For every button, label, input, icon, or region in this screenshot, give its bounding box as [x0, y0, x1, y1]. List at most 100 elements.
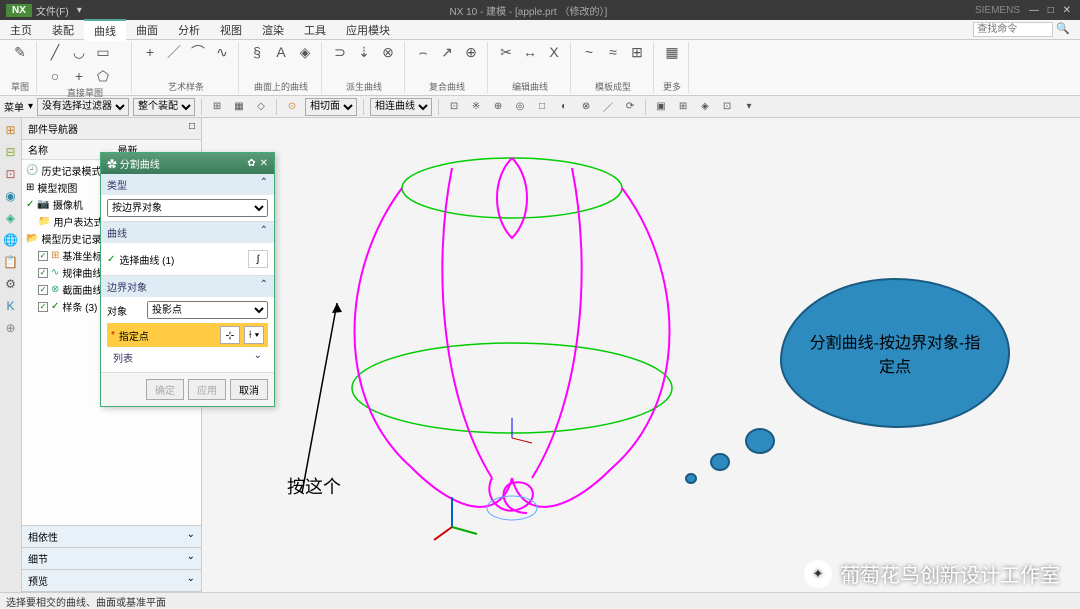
line2-icon[interactable]: ／	[164, 42, 184, 62]
bridge-icon[interactable]: ⌢	[413, 42, 433, 62]
point-icon[interactable]: +	[140, 42, 160, 62]
tbtn-a[interactable]: ⊡	[445, 98, 463, 116]
tool-btn-2[interactable]: ▦	[230, 98, 248, 116]
section-type[interactable]: 类型⌃	[101, 174, 274, 195]
window-title: NX 10 - 建模 - [apple.prt （修改的）]	[82, 3, 975, 18]
trim-icon[interactable]: ✂	[496, 42, 516, 62]
scope-select[interactable]: 整个装配	[133, 98, 195, 116]
xform-icon[interactable]: X	[544, 42, 564, 62]
search-input[interactable]	[973, 22, 1053, 37]
tbtn-h[interactable]: ／	[599, 98, 617, 116]
project-icon[interactable]: ⇣	[354, 42, 374, 62]
tbtn-e[interactable]: □	[533, 98, 551, 116]
constraint-icon[interactable]: ⊡	[3, 166, 19, 182]
ok-button[interactable]: 确定	[146, 379, 184, 400]
history-icon[interactable]: 📋	[3, 254, 19, 270]
view-triad[interactable]	[432, 492, 482, 542]
list-section[interactable]: 列表⌄	[107, 347, 268, 368]
surf-curve-icon[interactable]: ◈	[295, 42, 315, 62]
tbtn-i[interactable]: ⟳	[621, 98, 639, 116]
menu-button[interactable]: 菜单	[4, 99, 24, 114]
browser-icon[interactable]: 🌐	[3, 232, 19, 248]
tbtn-j[interactable]: ▣	[652, 98, 670, 116]
offset-icon[interactable]: ⊃	[330, 42, 350, 62]
tbtn-c[interactable]: ⊕	[489, 98, 507, 116]
tab-assembly[interactable]: 装配	[42, 20, 84, 40]
object-select[interactable]: 投影点	[147, 301, 268, 319]
sketch-icon[interactable]: ✎	[10, 42, 30, 62]
search-icon[interactable]: 🔍	[1056, 23, 1070, 35]
text-icon[interactable]: A	[271, 42, 291, 62]
tbtn-b[interactable]: ※	[467, 98, 485, 116]
tab-tools[interactable]: 工具	[294, 20, 336, 40]
nav-icon[interactable]: ⊞	[3, 122, 19, 138]
template-icon[interactable]: ⊞	[627, 42, 647, 62]
tool-btn-1[interactable]: ⊞	[208, 98, 226, 116]
arc-icon[interactable]: ◡	[69, 42, 89, 62]
extend-icon[interactable]: ↗	[437, 42, 457, 62]
circle-icon[interactable]: ○	[45, 66, 65, 86]
select-curve-label[interactable]: 选择曲线 (1)	[119, 252, 174, 267]
dialog-close-icon[interactable]: ✕	[260, 158, 268, 169]
smooth2-icon[interactable]: ≈	[603, 42, 623, 62]
rect-icon[interactable]: ▭	[93, 42, 113, 62]
more-icon[interactable]: ▦	[662, 42, 682, 62]
hd3d-icon[interactable]: ◈	[3, 210, 19, 226]
maximize-icon[interactable]: □	[1048, 5, 1054, 16]
reuse-icon[interactable]: ◉	[3, 188, 19, 204]
tbtn-n[interactable]: ▾	[740, 98, 758, 116]
arc2-icon[interactable]: ⌒	[188, 42, 208, 62]
dialog-wrench-icon[interactable]: ✿	[247, 158, 255, 169]
misc-icon[interactable]: ⊕	[3, 320, 19, 336]
specify-point-row[interactable]: * 指定点 ⊹ ⟊ ▾	[107, 323, 268, 347]
panel-options-icon[interactable]: □	[189, 121, 195, 136]
polygon-icon[interactable]: ⬠	[93, 66, 113, 86]
line-icon[interactable]: ╱	[45, 42, 65, 62]
tab-render[interactable]: 渲染	[252, 20, 294, 40]
tab-home[interactable]: 主页	[0, 20, 42, 40]
cancel-button[interactable]: 取消	[230, 379, 268, 400]
graphics-canvas[interactable]: 按这个 分割曲线-按边界对象-指定点	[202, 118, 1080, 592]
apply-button[interactable]: 应用	[188, 379, 226, 400]
smooth-icon[interactable]: ~	[579, 42, 599, 62]
section-preview[interactable]: 预览⌄	[22, 570, 201, 592]
point-dialog-button[interactable]: ⟊ ▾	[244, 326, 264, 344]
section-details[interactable]: 细节⌄	[22, 548, 201, 570]
col-name[interactable]: 名称	[22, 140, 112, 159]
helix-icon[interactable]: §	[247, 42, 267, 62]
system-icon[interactable]: ⚙	[3, 276, 19, 292]
point-constructor-button[interactable]: ⊹	[220, 326, 240, 344]
assembly-nav-icon[interactable]: ⊟	[3, 144, 19, 160]
wireframe-icon[interactable]: ⊙	[283, 98, 301, 116]
tbtn-d[interactable]: ◎	[511, 98, 529, 116]
tab-analyze[interactable]: 分析	[168, 20, 210, 40]
curve-rule-select[interactable]: 相连曲线	[370, 98, 432, 116]
length-icon[interactable]: ↔	[520, 42, 540, 62]
tab-app[interactable]: 应用模块	[336, 20, 400, 40]
section-dependency[interactable]: 相依性⌄	[22, 526, 201, 548]
tab-curve[interactable]: 曲线	[84, 19, 126, 41]
minimize-icon[interactable]: —	[1029, 5, 1039, 16]
type-select[interactable]: 按边界对象	[107, 199, 268, 217]
tab-surface[interactable]: 曲面	[126, 20, 168, 40]
intersect-icon[interactable]: ⊗	[378, 42, 398, 62]
spline-icon[interactable]: ∿	[212, 42, 232, 62]
section-boundary[interactable]: 边界对象⌃	[101, 276, 274, 297]
composite-icon[interactable]: ⊕	[461, 42, 481, 62]
tbtn-k[interactable]: ⊞	[674, 98, 692, 116]
tbtn-m[interactable]: ⊡	[718, 98, 736, 116]
tbtn-l[interactable]: ◈	[696, 98, 714, 116]
similar-select[interactable]: 相切面	[305, 98, 357, 116]
curve-rule-icon[interactable]: ∫	[248, 250, 268, 268]
plus-icon[interactable]: +	[69, 66, 89, 86]
tbtn-g[interactable]: ⊗	[577, 98, 595, 116]
file-menu[interactable]: 文件(F)	[36, 3, 69, 18]
tool-btn-3[interactable]: ◇	[252, 98, 270, 116]
filter-select[interactable]: 没有选择过滤器	[37, 98, 129, 116]
close-icon[interactable]: ✕	[1063, 5, 1071, 16]
tab-view[interactable]: 视图	[210, 20, 252, 40]
section-curve[interactable]: 曲线⌃	[101, 222, 274, 243]
roles-icon[interactable]: K	[3, 298, 19, 314]
command-search[interactable]: 🔍	[973, 22, 1070, 37]
tbtn-f[interactable]: ◐	[555, 98, 573, 116]
